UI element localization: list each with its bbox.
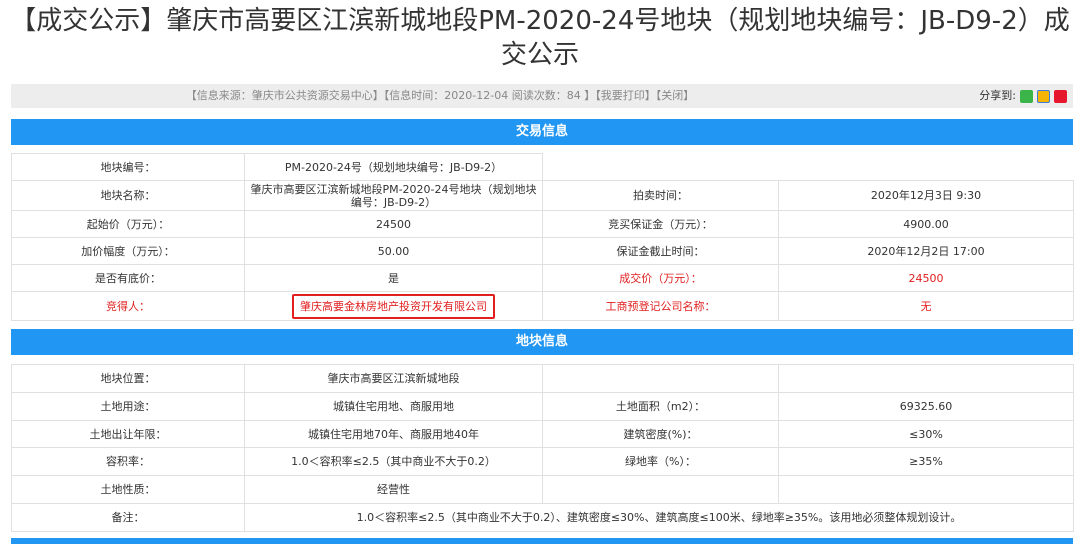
cell-value: 2020年12月3日 9:30 bbox=[778, 180, 1074, 211]
cell-label: 是否有底价： bbox=[11, 264, 245, 292]
cell-label: 备注： bbox=[11, 503, 245, 532]
info-meta[interactable]: 【信息来源：肇庆市公共资源交易中心】【信息时间：2020-12-04 阅读次数：… bbox=[11, 84, 869, 108]
winner-highlight: 肇庆高要金林房地产投资开发有限公司 bbox=[292, 293, 495, 319]
cell-value: 无 bbox=[778, 291, 1074, 321]
table-row: 土地出让年限： 城镇住宅用地70年、商服用地40年 建筑密度(%)： ≤30% bbox=[11, 420, 1074, 448]
cell-label: 竞得人： bbox=[11, 291, 245, 321]
share-label: 分享到: bbox=[979, 89, 1016, 102]
qzone-icon[interactable] bbox=[1037, 89, 1050, 103]
trade-info-table: 地块编号： PM-2020-24号（规划地块编号：JB-D9-2） 地块名称： … bbox=[11, 153, 1074, 321]
cell-label: 容积率： bbox=[11, 447, 245, 476]
cell-label: 竞买保证金（万元）： bbox=[542, 210, 779, 238]
table-row: 地块编号： PM-2020-24号（规划地块编号：JB-D9-2） bbox=[11, 153, 1074, 181]
table-row: 土地性质： 经营性 bbox=[11, 475, 1074, 504]
cell-label: 建筑密度(%)： bbox=[542, 420, 779, 448]
cell-value: 24500 bbox=[244, 210, 543, 238]
table-row: 加价幅度（万元）： 50.00 保证金截止时间： 2020年12月2日 17:0… bbox=[11, 237, 1074, 265]
cell-label: 绿地率（%）： bbox=[542, 447, 779, 476]
cell-value: 经营性 bbox=[244, 475, 543, 504]
table-row: 地块位置： 肇庆市高要区江滨新城地段 bbox=[11, 364, 1074, 393]
page-title: 【成交公示】肇庆市高要区江滨新城地段PM-2020-24号地块（规划地块编号：J… bbox=[10, 6, 1070, 70]
table-row: 容积率： 1.0＜容积率≤2.5（其中商业不大于0.2） 绿地率（%）： ≥35… bbox=[11, 447, 1074, 476]
cell-value bbox=[778, 364, 1074, 393]
cell-value: 肇庆市高要区江滨新城地段PM-2020-24号地块（规划地块编号：JB-D9-2… bbox=[244, 180, 543, 211]
cell-label bbox=[542, 475, 779, 504]
land-info-header: 地块信息 bbox=[11, 329, 1073, 355]
cell-label: 拍卖时间： bbox=[542, 180, 779, 211]
share-bar: 分享到: bbox=[979, 84, 1067, 108]
wechat-icon[interactable] bbox=[1020, 89, 1033, 103]
cell-value: 城镇住宅用地、商服用地 bbox=[244, 392, 543, 421]
cell-value: 1.0＜容积率≤2.5（其中商业不大于0.2） bbox=[244, 447, 543, 476]
remark-value: 1.0＜容积率≤2.5（其中商业不大于0.2）、建筑密度≤30%、建筑高度≤10… bbox=[244, 503, 1074, 532]
cell-value: PM-2020-24号（规划地块编号：JB-D9-2） bbox=[244, 153, 543, 181]
table-row: 地块名称： 肇庆市高要区江滨新城地段PM-2020-24号地块（规划地块编号：J… bbox=[11, 180, 1074, 211]
cell-value bbox=[778, 475, 1074, 504]
winner-cell: 肇庆高要金林房地产投资开发有限公司 bbox=[244, 291, 543, 321]
cell-label bbox=[542, 364, 779, 393]
empty-cell bbox=[542, 153, 1074, 181]
cell-value: 24500 bbox=[778, 264, 1074, 292]
cell-value: 4900.00 bbox=[778, 210, 1074, 238]
land-info-table: 地块位置： 肇庆市高要区江滨新城地段 土地用途： 城镇住宅用地、商服用地 土地面… bbox=[11, 364, 1074, 532]
cell-value: ≤30% bbox=[778, 420, 1074, 448]
trade-info-header: 交易信息 bbox=[11, 119, 1073, 145]
cell-label: 成交价（万元）： bbox=[542, 264, 779, 292]
bottom-section-bar bbox=[11, 538, 1073, 544]
cell-value: 肇庆市高要区江滨新城地段 bbox=[244, 364, 543, 393]
cell-label: 土地出让年限： bbox=[11, 420, 245, 448]
cell-label: 起始价（万元）： bbox=[11, 210, 245, 238]
table-row: 竞得人： 肇庆高要金林房地产投资开发有限公司 工商预登记公司名称： 无 bbox=[11, 291, 1074, 321]
cell-label: 地块名称： bbox=[11, 180, 245, 211]
table-row: 备注： 1.0＜容积率≤2.5（其中商业不大于0.2）、建筑密度≤30%、建筑高… bbox=[11, 503, 1074, 532]
cell-label: 土地性质： bbox=[11, 475, 245, 504]
cell-label: 地块编号： bbox=[11, 153, 245, 181]
cell-label: 土地用途： bbox=[11, 392, 245, 421]
info-bar: 【信息来源：肇庆市公共资源交易中心】【信息时间：2020-12-04 阅读次数：… bbox=[11, 84, 1073, 108]
cell-label: 加价幅度（万元）： bbox=[11, 237, 245, 265]
cell-value: 50.00 bbox=[244, 237, 543, 265]
cell-value: ≥35% bbox=[778, 447, 1074, 476]
cell-value: 是 bbox=[244, 264, 543, 292]
cell-label: 地块位置： bbox=[11, 364, 245, 393]
cell-label: 保证金截止时间： bbox=[542, 237, 779, 265]
cell-value: 69325.60 bbox=[778, 392, 1074, 421]
cell-label: 工商预登记公司名称： bbox=[542, 291, 779, 321]
cell-value: 城镇住宅用地70年、商服用地40年 bbox=[244, 420, 543, 448]
table-row: 是否有底价： 是 成交价（万元）： 24500 bbox=[11, 264, 1074, 292]
table-row: 土地用途： 城镇住宅用地、商服用地 土地面积（m2）： 69325.60 bbox=[11, 392, 1074, 421]
table-row: 起始价（万元）： 24500 竞买保证金（万元）： 4900.00 bbox=[11, 210, 1074, 238]
weibo-icon[interactable] bbox=[1054, 89, 1067, 103]
cell-value: 2020年12月2日 17:00 bbox=[778, 237, 1074, 265]
cell-label: 土地面积（m2）： bbox=[542, 392, 779, 421]
